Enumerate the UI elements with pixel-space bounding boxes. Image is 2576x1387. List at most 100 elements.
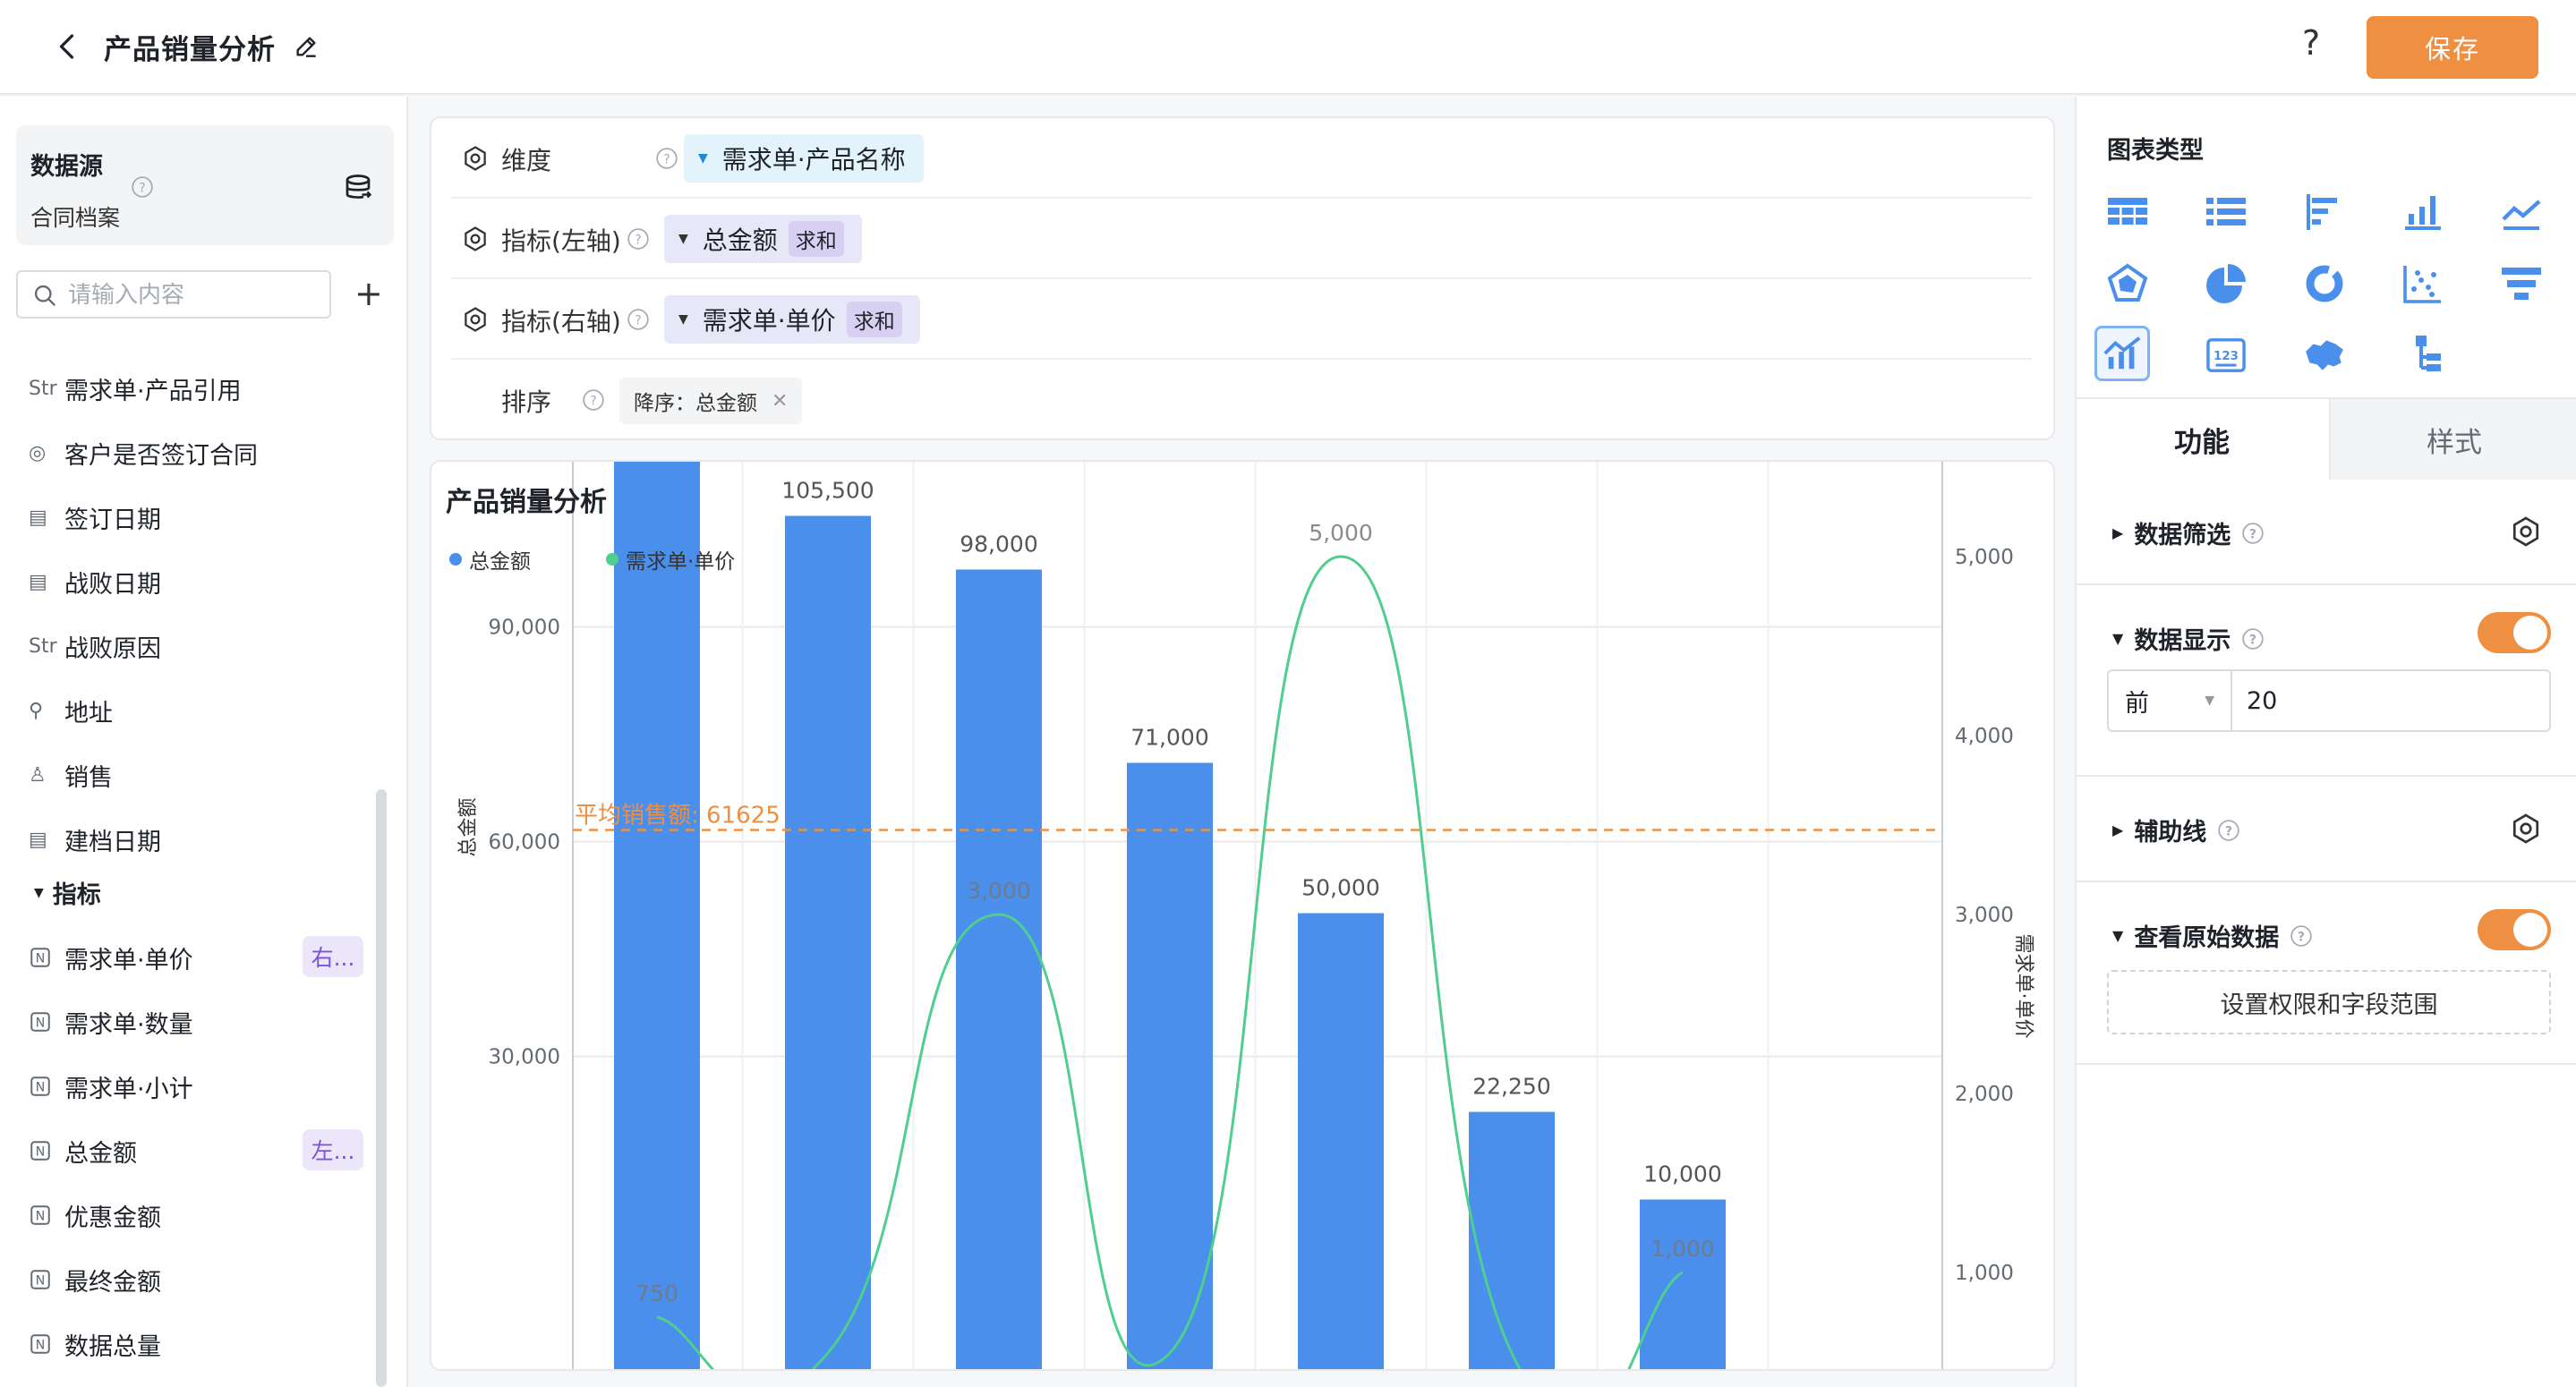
settings-gear-icon[interactable] — [462, 225, 489, 252]
settings-gear-icon[interactable] — [2510, 515, 2542, 548]
metrics-group-label: 指标 — [52, 881, 101, 909]
help-circle-icon[interactable]: ? — [582, 388, 605, 412]
funnel-chart-icon — [2502, 268, 2541, 300]
field-item[interactable]: ♙ 销售 — [29, 757, 113, 793]
sidebar-scrollbar[interactable] — [376, 789, 387, 1387]
top-n-select[interactable]: 前 ▼ — [2109, 671, 2232, 730]
help-circle-icon[interactable]: ? — [131, 175, 154, 199]
help-circle-icon[interactable]: ? — [2290, 924, 2313, 948]
help-circle-icon[interactable]: ? — [2217, 819, 2240, 842]
aux-line-header[interactable]: ▶ 辅助线 ? — [2112, 813, 2240, 847]
field-item[interactable]: ▤ 战败日期 — [29, 564, 161, 600]
chart-type-scatter[interactable] — [2395, 256, 2451, 311]
dimension-label: 维度 — [501, 146, 552, 175]
field-item[interactable]: ◎ 客户是否签订合同 — [29, 435, 258, 471]
settings-gear-icon[interactable] — [462, 145, 489, 172]
text-type-icon: Str — [29, 377, 57, 400]
tab-function[interactable]: 功能 — [2077, 399, 2327, 480]
back-arrow-icon[interactable] — [52, 30, 84, 63]
caret-down-icon: ▼ — [678, 312, 688, 327]
help-icon[interactable]: ? — [2302, 23, 2320, 63]
field-item[interactable]: ▤ 签订日期 — [29, 499, 161, 535]
help-circle-icon[interactable]: ? — [627, 227, 650, 251]
settings-gear-icon[interactable] — [2510, 813, 2542, 845]
database-switch-icon[interactable] — [342, 172, 374, 204]
metric-item[interactable]: N 需求单·单价 — [29, 940, 193, 975]
left-axis-field-pill[interactable]: ▼ 总金额 求和 — [664, 215, 862, 263]
metric-item[interactable]: N 需求单·小计 — [29, 1068, 193, 1104]
settings-gear-icon[interactable] — [462, 306, 489, 333]
top-n-input[interactable]: 20 — [2232, 671, 2277, 730]
chart-type-map[interactable] — [2297, 328, 2352, 383]
metric-label: 优惠金额 — [64, 1204, 161, 1232]
metric-item[interactable]: N 优惠金额 — [29, 1197, 161, 1233]
metric-item[interactable]: N 最终金额 — [29, 1262, 161, 1298]
metric-item[interactable]: N 总金额 — [29, 1133, 137, 1169]
field-item[interactable]: Str 需求单·产品引用 — [29, 370, 242, 406]
chart-type-funnel[interactable] — [2494, 256, 2549, 311]
sort-label: 排序 — [501, 387, 552, 417]
help-circle-icon[interactable]: ? — [2241, 522, 2265, 545]
save-button[interactable]: 保存 — [2367, 16, 2538, 79]
permission-scope-button[interactable]: 设置权限和字段范围 — [2107, 970, 2551, 1034]
chart-canvas: 30,00060,00090,000120,0001,0002,0003,000… — [457, 462, 2034, 1369]
field-search-input[interactable] — [68, 279, 319, 311]
right-axis-field-value: 需求单·单价 — [702, 306, 836, 336]
field-label: 建档日期 — [64, 828, 161, 856]
field-item[interactable]: Str 战败原因 — [29, 628, 161, 664]
remove-sort-icon[interactable]: ✕ — [772, 390, 788, 413]
chart-type-bar-vertical[interactable] — [2395, 184, 2451, 240]
number-type-icon: N — [29, 1268, 59, 1291]
help-circle-icon[interactable]: ? — [655, 147, 678, 170]
chart-type-detail-table[interactable] — [2198, 184, 2254, 240]
chart-type-donut[interactable] — [2297, 256, 2352, 311]
aggregation-tag[interactable]: 求和 — [788, 221, 844, 257]
aggregation-tag[interactable]: 求和 — [846, 302, 902, 337]
bar-data-label: 50,000 — [1301, 875, 1379, 901]
metric-label: 最终金额 — [64, 1268, 161, 1297]
svg-text:123: 123 — [2213, 350, 2239, 363]
chart-type-bar-horizontal[interactable] — [2297, 184, 2352, 240]
metric-item[interactable]: N 数据总量 — [29, 1326, 161, 1362]
raw-data-toggle[interactable] — [2478, 909, 2551, 950]
legend-item[interactable]: 总金额 — [449, 544, 531, 574]
svg-text:?: ? — [2225, 824, 2232, 838]
legend-item[interactable]: 需求单·单价 — [606, 544, 735, 574]
sort-pill[interactable]: 降序：总金额 ✕ — [619, 378, 803, 424]
chart-type-tree[interactable] — [2395, 328, 2451, 383]
data-display-toggle[interactable] — [2478, 612, 2551, 653]
chart-type-combo[interactable] — [2094, 326, 2150, 381]
add-field-button[interactable]: + — [354, 276, 383, 311]
help-circle-icon[interactable]: ? — [627, 308, 650, 331]
aux-line-section: ▶ 辅助线 ? — [2077, 777, 2576, 882]
data-display-header[interactable]: ▼ 数据显示 ? — [2112, 621, 2265, 656]
dimension-row: 维度 ? ▼ 需求单·产品名称 — [451, 118, 2032, 199]
field-item[interactable]: ▤ 建档日期 — [29, 821, 161, 857]
right-axis-badge: 右... — [303, 936, 363, 977]
field-item[interactable]: ⚲ 地址 — [29, 693, 113, 728]
chart-type-table[interactable] — [2100, 184, 2155, 240]
right-axis-tick-label: 2,000 — [1955, 1083, 2014, 1106]
right-axis-field-pill[interactable]: ▼ 需求单·单价 求和 — [664, 295, 920, 344]
donut-chart-icon — [2306, 265, 2343, 302]
line-chart-icon — [2502, 200, 2541, 230]
chart-type-line[interactable] — [2494, 184, 2549, 240]
edit-title-icon[interactable] — [292, 32, 320, 61]
datasource-label: 数据源 — [30, 153, 103, 181]
field-sidebar: 数据源 ? 合同档案 + Str 需求单·产品引用 ◎ 客户是否签订合同 ▤ 签… — [0, 97, 408, 1387]
bar — [785, 515, 871, 1369]
tab-style[interactable]: 样式 — [2329, 399, 2576, 480]
help-circle-icon[interactable]: ? — [2241, 627, 2265, 651]
dimension-field-pill[interactable]: ▼ 需求单·产品名称 — [684, 134, 924, 183]
raw-data-header[interactable]: ▼ 查看原始数据 ? — [2112, 918, 2313, 953]
chart-type-number-card[interactable]: 123 — [2198, 328, 2254, 383]
metrics-group-header[interactable]: ▼ 指标 — [34, 875, 101, 910]
metric-item[interactable]: N 需求单·数量 — [29, 1004, 193, 1040]
chart-type-radar[interactable] — [2100, 256, 2155, 311]
bar — [614, 462, 700, 1369]
field-search-box[interactable] — [16, 270, 331, 319]
chart-type-pie[interactable] — [2198, 256, 2254, 311]
collapse-triangle-icon: ▼ — [2112, 927, 2124, 944]
datasource-card[interactable]: 数据源 ? 合同档案 — [16, 125, 394, 245]
data-filter-header[interactable]: ▶ 数据筛选 ? — [2112, 515, 2265, 550]
